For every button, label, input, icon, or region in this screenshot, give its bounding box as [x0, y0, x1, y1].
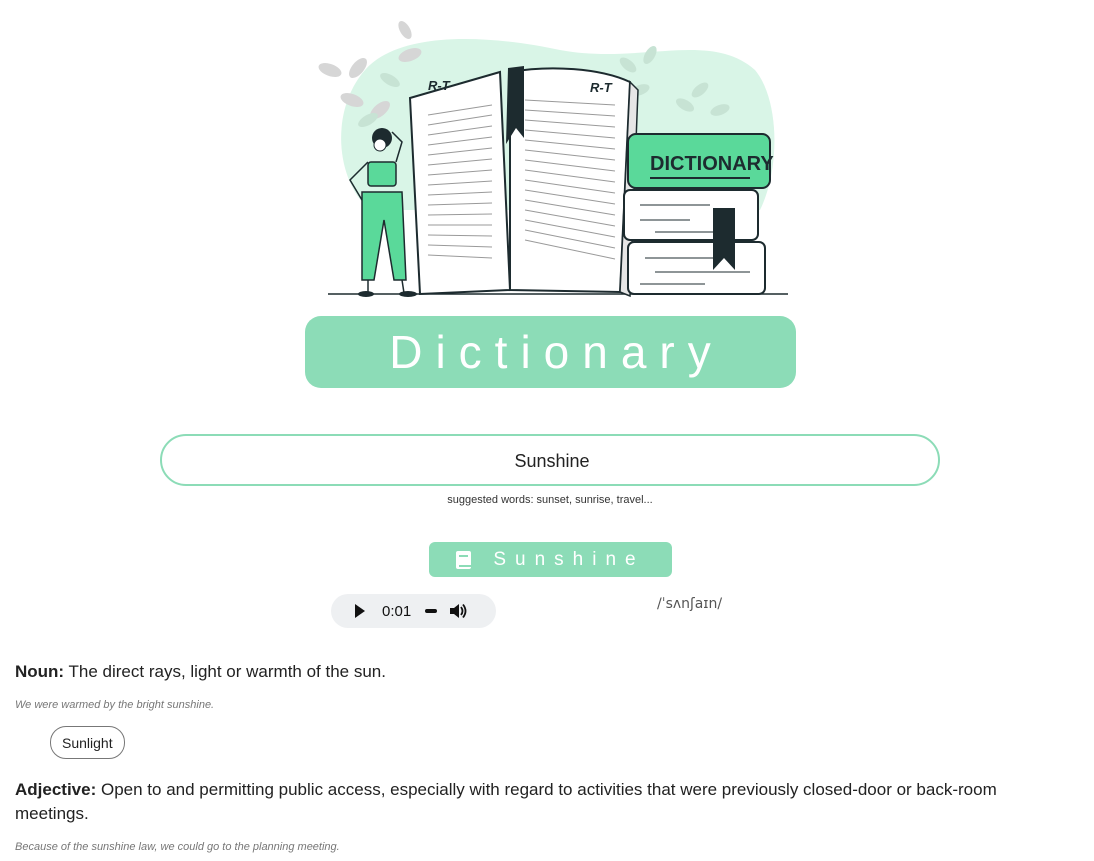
search-box[interactable]	[160, 434, 942, 486]
audio-progress[interactable]	[425, 609, 438, 613]
word-title-badge: Sunshine	[429, 542, 672, 577]
synonym-chip[interactable]: Sunlight	[50, 726, 125, 759]
word-title: Sunshine	[493, 548, 645, 570]
page-title: Dictionary	[305, 316, 796, 388]
definition-text: The direct rays, light or warmth of the …	[68, 662, 386, 681]
svg-text:DICTIONARY: DICTIONARY	[650, 153, 774, 175]
svg-text:R-T: R-T	[428, 78, 451, 93]
hero-illustration: R-T R-T DICTIONARY	[310, 10, 790, 310]
example-sentence: Because of the sunshine law, we could go…	[15, 841, 340, 853]
example-sentence: We were warmed by the bright sunshine.	[15, 699, 215, 711]
book-icon	[456, 550, 472, 569]
part-of-speech: Noun:	[15, 662, 65, 681]
suggested-words: suggested words: sunset, sunrise, travel…	[447, 494, 653, 506]
audio-time: 0:01	[382, 602, 412, 620]
volume-icon[interactable]	[449, 603, 467, 619]
part-of-speech: Adjective:	[15, 780, 97, 799]
definition-noun: Noun: The direct rays, light or warmth o…	[15, 660, 386, 684]
search-input[interactable]	[162, 436, 942, 486]
play-icon[interactable]	[355, 604, 365, 618]
definition-adjective: Adjective: Open to and permitting public…	[15, 778, 1075, 826]
svg-text:R-T: R-T	[590, 80, 613, 95]
phonetic-text: /ˈsʌnʃaɪn/	[657, 596, 723, 612]
definition-text: Open to and permitting public access, es…	[15, 780, 997, 823]
audio-player[interactable]: 0:01	[331, 594, 496, 628]
